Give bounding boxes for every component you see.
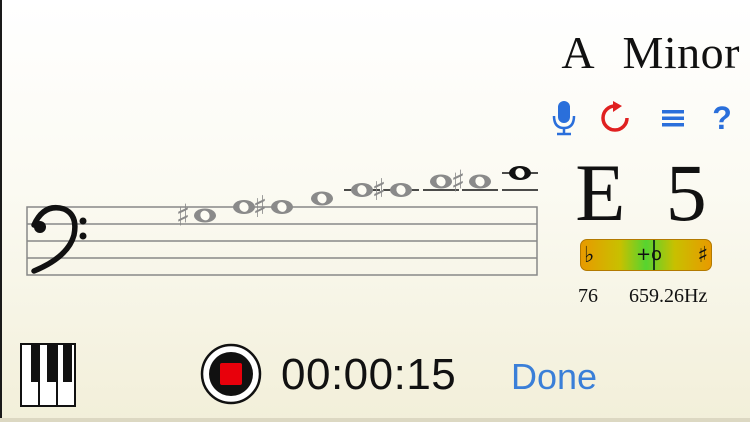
sharp-accidental: ♯ bbox=[372, 173, 387, 208]
microphone-button[interactable] bbox=[546, 98, 582, 138]
piano-button[interactable] bbox=[20, 343, 76, 407]
tuner-offset-label: +o bbox=[635, 244, 663, 265]
scale-title[interactable]: A Minor bbox=[561, 26, 740, 79]
staff-note bbox=[311, 191, 333, 206]
piano-icon bbox=[20, 343, 76, 407]
flat-icon: ♭ bbox=[584, 243, 595, 268]
replay-icon bbox=[601, 101, 629, 132]
sharp-accidental: ♯ bbox=[451, 165, 466, 200]
staff-note bbox=[233, 200, 255, 214]
tuner-meter: ♭ +o ♯ bbox=[580, 239, 712, 271]
midi-number: 76 bbox=[578, 285, 598, 307]
microphone-icon bbox=[552, 101, 576, 136]
done-button[interactable]: Done bbox=[511, 356, 597, 398]
staff-lines bbox=[26, 206, 538, 276]
staff-note: ♯ bbox=[176, 199, 216, 234]
app-screen: A Minor ? E 5 ♭ +o ♯ 76 659.26Hz ♯ ♯ ♯ ♯… bbox=[0, 0, 750, 422]
bass-clef-icon bbox=[31, 205, 87, 274]
staff-note: ♯ bbox=[253, 190, 293, 225]
frequency-readout: 659.26Hz bbox=[629, 285, 708, 307]
help-icon: ? bbox=[712, 99, 732, 136]
staff-note bbox=[502, 166, 538, 191]
current-note-name: E 5 bbox=[575, 147, 707, 238]
sharp-icon: ♯ bbox=[697, 243, 708, 268]
menu-button[interactable] bbox=[655, 98, 691, 138]
recording-timer: 00:00:15 bbox=[281, 350, 457, 399]
record-stop-icon bbox=[200, 343, 262, 405]
notes-layer: ♯ ♯ ♯ ♯ bbox=[176, 165, 538, 234]
sharp-accidental: ♯ bbox=[176, 199, 191, 234]
replay-button[interactable] bbox=[597, 98, 633, 138]
staff-note: ♯ bbox=[451, 165, 498, 200]
bottom-edge bbox=[0, 418, 750, 422]
help-button[interactable]: ? bbox=[704, 98, 740, 138]
sharp-accidental: ♯ bbox=[253, 190, 268, 225]
music-staff: ♯ ♯ ♯ ♯ bbox=[26, 165, 538, 276]
record-button[interactable] bbox=[200, 343, 262, 405]
menu-icon bbox=[662, 110, 684, 127]
staff-note: ♯ bbox=[372, 173, 419, 208]
